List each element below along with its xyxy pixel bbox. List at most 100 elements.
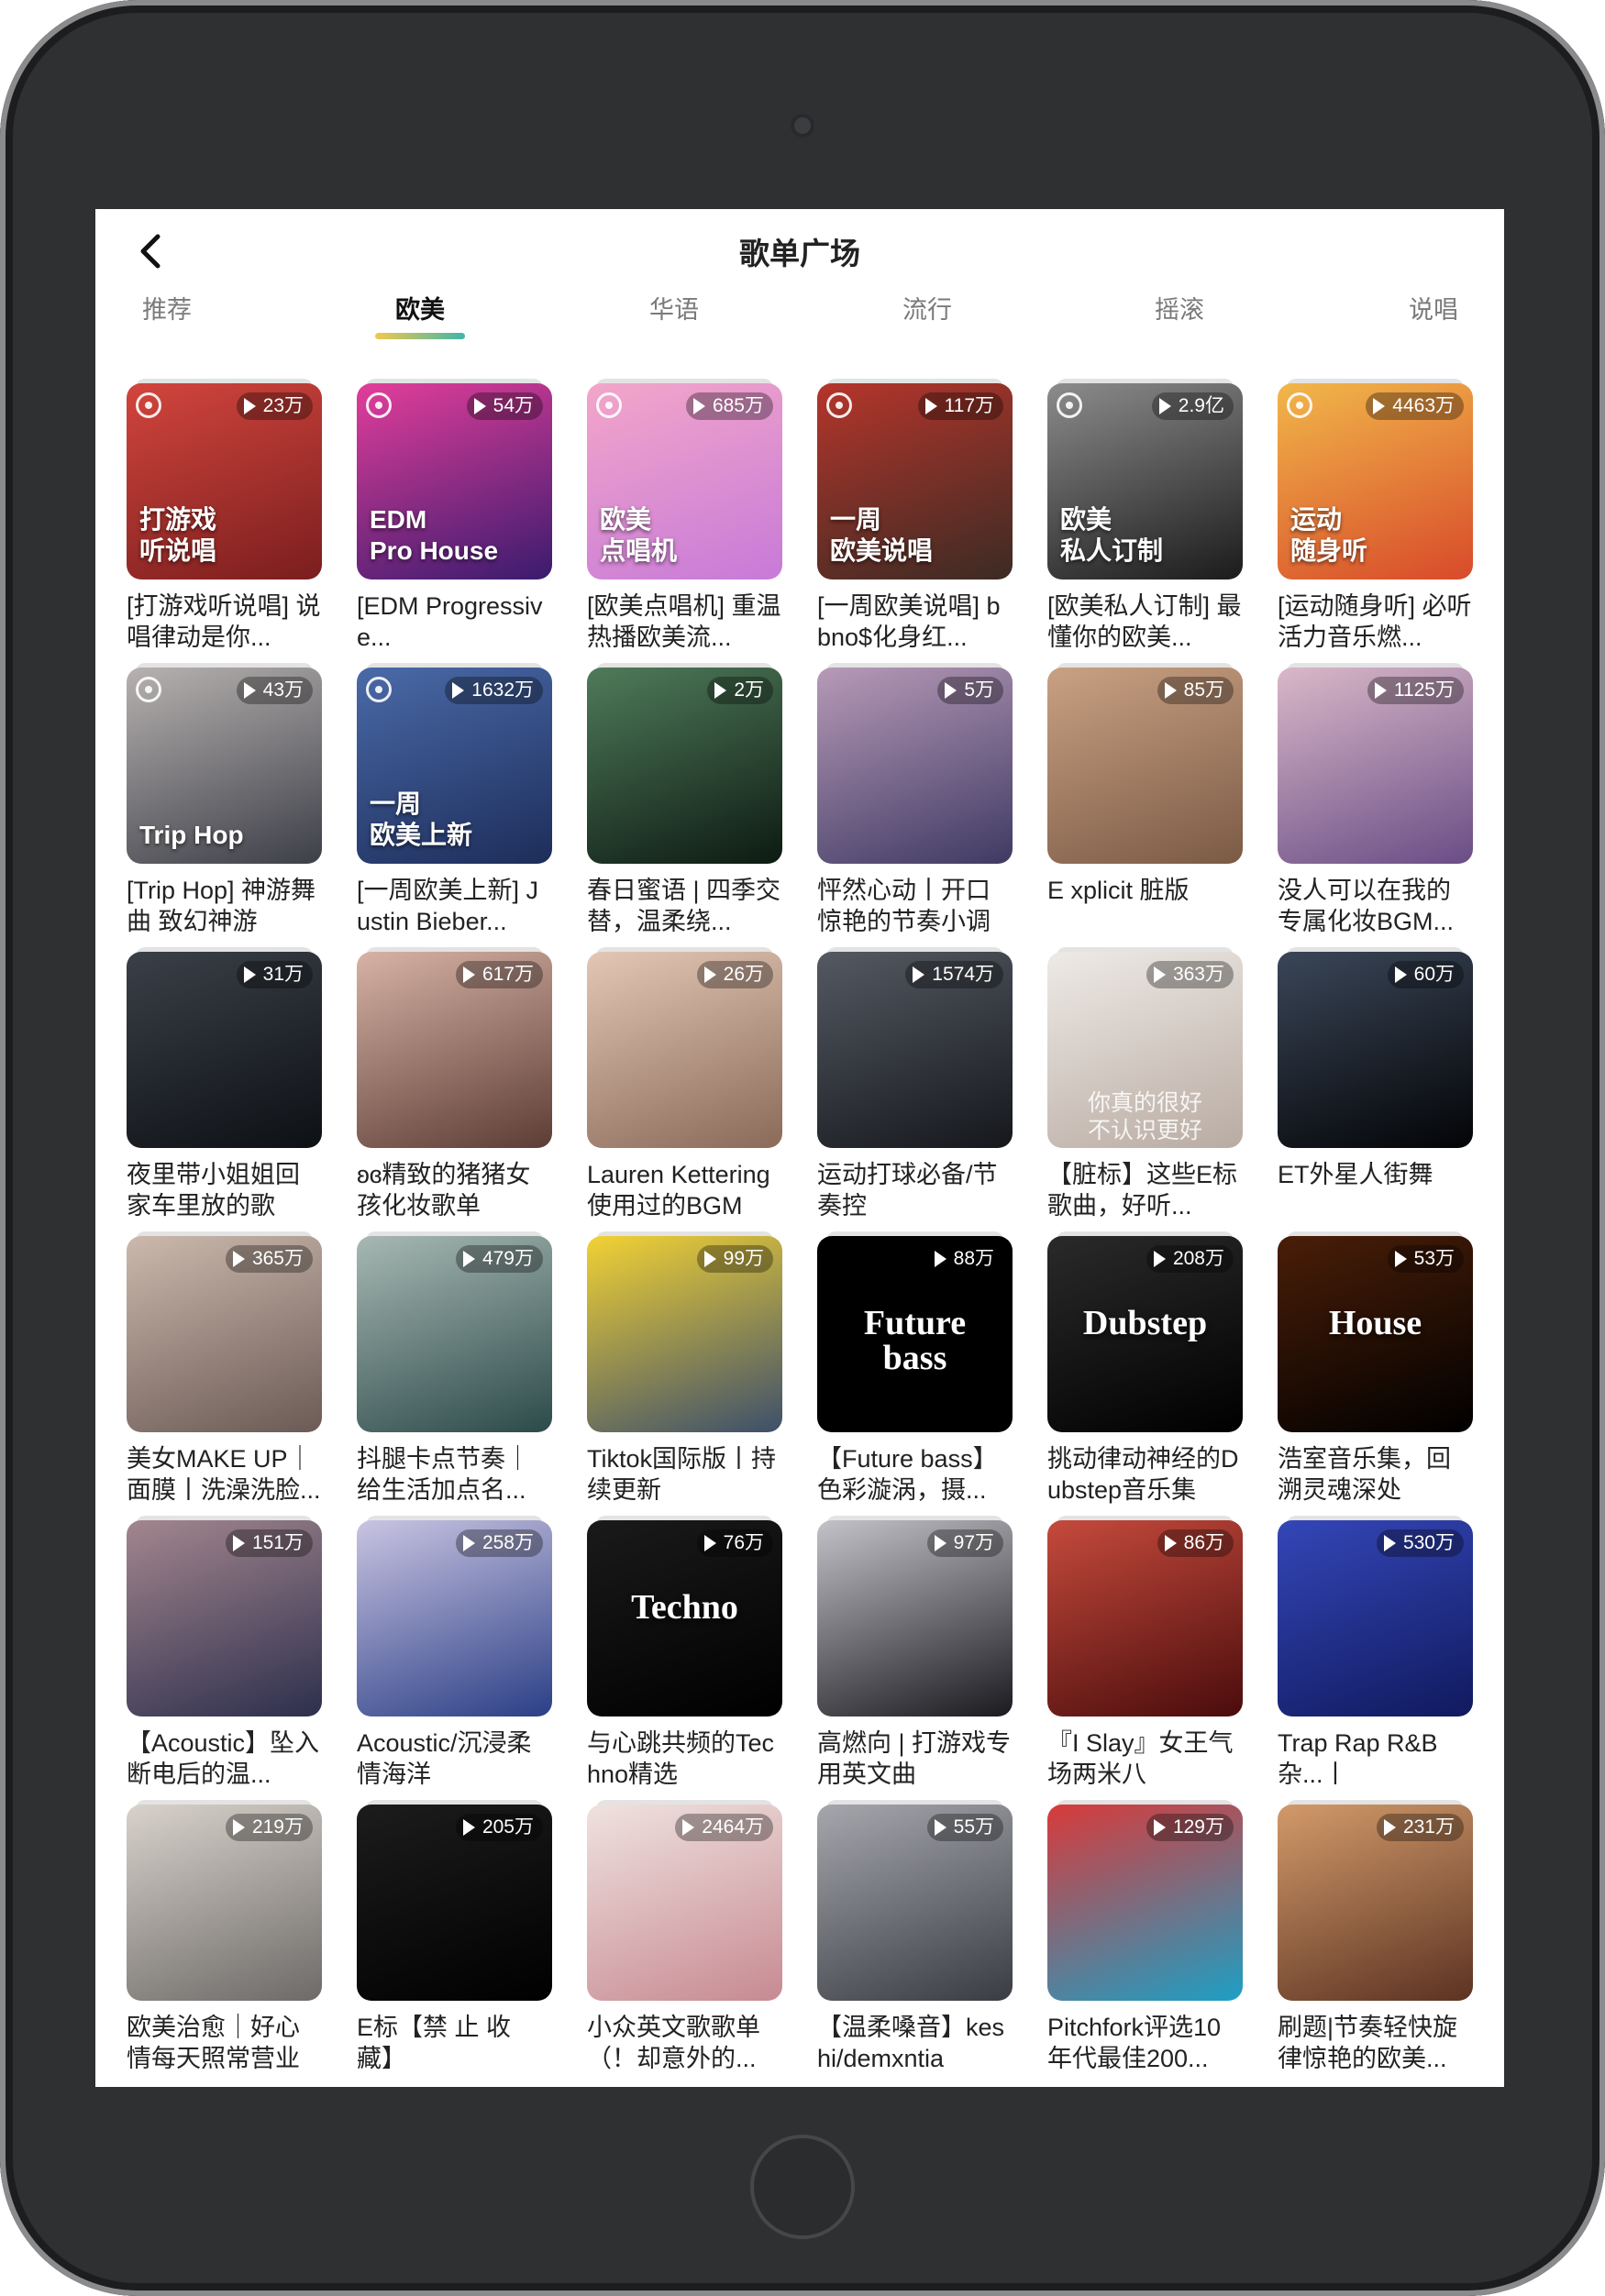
tab-5[interactable]: 说唱	[1342, 293, 1504, 326]
playlist-title: 运动打球必备/节奏控	[817, 1161, 998, 1220]
playlist-card[interactable]: 54万 EDM Pro House [EDM Progressive...	[357, 379, 552, 653]
play-icon	[462, 1819, 475, 1836]
playlist-title: 刷题|节奏轻快旋律惊艳的欧美...	[1278, 2014, 1458, 2072]
playlist-card[interactable]: 129万 Pitchfork评选10年代最佳200...	[1047, 1800, 1243, 2074]
playlist-cover[interactable]: 479万	[357, 1236, 552, 1432]
playlist-cover[interactable]: 55万	[817, 1805, 1013, 2001]
playlist-card[interactable]: 26万 Lauren Kettering使用过的BGM	[587, 947, 782, 1221]
tablet-frame: 歌单广场 推荐 欧美 华语 流行 摇滚 说唱 23万 打游戏 听说唱 [打游戏听说唱] 说唱律…	[0, 0, 1605, 2296]
playlist-cover[interactable]: 97万	[817, 1520, 1013, 1716]
playlist-card[interactable]: 23万 打游戏 听说唱 [打游戏听说唱] 说唱律动是你...	[127, 379, 322, 653]
playlist-cover[interactable]: 363万 你真的很好 不认识更好	[1047, 952, 1243, 1148]
playlist-card[interactable]: 1632万 一周 欧美上新 [一周欧美上新] Justin Bieber...	[357, 663, 552, 937]
playlist-card[interactable]: 55万 【温柔嗓音】keshi/demxntia	[817, 1800, 1013, 2074]
playlist-cover[interactable]: 1125万	[1278, 668, 1473, 864]
tab-1[interactable]: 欧美	[328, 293, 512, 339]
play-count-text: 258万	[482, 1532, 534, 1553]
playlist-cover[interactable]: 43万 Trip Hop	[127, 668, 322, 864]
playlist-cover[interactable]: 23万 打游戏 听说唱	[127, 383, 322, 580]
playlist-cover[interactable]: 1632万 一周 欧美上新	[357, 668, 552, 864]
playlist-cover[interactable]: 685万 欧美 点唱机	[587, 383, 782, 580]
playlist-cover[interactable]: 365万	[127, 1236, 322, 1432]
cover-stack: 31万	[127, 947, 322, 1148]
playlist-card[interactable]: 85万 E xplicit 脏版	[1047, 663, 1243, 937]
playlist-cover[interactable]: 60万	[1278, 952, 1473, 1148]
playlist-card[interactable]: 117万 一周 欧美说唱 [一周欧美说唱] bbno$化身红...	[817, 379, 1013, 653]
playlist-card[interactable]: 219万 欧美治愈｜好心情每天照常营业	[127, 1800, 322, 2074]
playlist-cover[interactable]: 54万 EDM Pro House	[357, 383, 552, 580]
playlist-cover[interactable]: 99万	[587, 1236, 782, 1432]
playlist-cover[interactable]: 219万	[127, 1805, 322, 2001]
playlist-cover[interactable]: 26万	[587, 952, 782, 1148]
play-icon	[1394, 966, 1407, 983]
playlist-card[interactable]: 99万 Tiktok国际版丨持续更新	[587, 1231, 782, 1506]
playlist-cover[interactable]: 31万	[127, 952, 322, 1148]
play-count-text: 4463万	[1392, 395, 1455, 416]
playlist-card[interactable]: 205万 E标【禁 止 收 藏】	[357, 1800, 552, 2074]
playlist-card[interactable]: 5万 怦然心动丨开口惊艳的节奏小调	[817, 663, 1013, 937]
playlist-card[interactable]: 97万 高燃向 | 打游戏专用英文曲	[817, 1516, 1013, 1790]
playlist-card[interactable]: 86万 『I Slay』女王气场两米八	[1047, 1516, 1243, 1790]
playlist-card[interactable]: 208万 Dubstep 挑动律动神经的Dubstep音乐集	[1047, 1231, 1243, 1506]
playlist-cover[interactable]: 86万	[1047, 1520, 1243, 1716]
playlist-card[interactable]: 60万 ET外星人街舞	[1278, 947, 1473, 1221]
playlist-title: [Trip Hop] 神游舞曲 致幻神游	[127, 877, 316, 935]
playlist-card[interactable]: 151万 【Acoustic】坠入断电后的温...	[127, 1516, 322, 1790]
cover-stack: 205万	[357, 1800, 552, 2001]
playlist-cover[interactable]: 617万	[357, 952, 552, 1148]
playlist-card[interactable]: 88万 Future bass 【Future bass】色彩漩涡，摄...	[817, 1231, 1013, 1506]
playlist-cover[interactable]: 258万	[357, 1520, 552, 1716]
playlist-cover[interactable]: 1574万	[817, 952, 1013, 1148]
tab-2[interactable]: 华语	[582, 293, 766, 326]
playlist-card[interactable]: 43万 Trip Hop [Trip Hop] 神游舞曲 致幻神游	[127, 663, 322, 937]
playlist-cover[interactable]: 2.9亿 欧美 私人订制	[1047, 383, 1243, 580]
playlist-cover[interactable]: 4463万 运动 随身听	[1278, 383, 1473, 580]
playlist-title: E标【禁 止 收 藏】	[357, 2014, 512, 2072]
playlist-card[interactable]: 76万 Techno 与心跳共频的Techno精选	[587, 1516, 782, 1790]
playlist-cover[interactable]: 205万	[357, 1805, 552, 2001]
playlist-card[interactable]: 1574万运动打球必备/节奏控	[817, 947, 1013, 1221]
playlist-cover[interactable]: 88万 Future bass	[817, 1236, 1013, 1432]
tab-3[interactable]: 流行	[836, 293, 1019, 326]
playlist-cover[interactable]: 530万	[1278, 1520, 1473, 1716]
playlist-card[interactable]: 617万 ʚɞ精致的猪猪女孩化妆歌单	[357, 947, 552, 1221]
playlist-card[interactable]: 231万刷题|节奏轻快旋律惊艳的欧美...	[1278, 1800, 1473, 2074]
playlist-card[interactable]: 2464万 小众英文歌歌单（！却意外的...	[587, 1800, 782, 2074]
playlist-cover[interactable]: 151万	[127, 1520, 322, 1716]
cover-stack: 85万	[1047, 663, 1243, 864]
playlist-card[interactable]: 31万 夜里带小姐姐回家车里放的歌	[127, 947, 322, 1221]
play-count-text: 99万	[723, 1248, 764, 1269]
play-count-text: 1574万	[932, 964, 994, 985]
play-count-text: 43万	[262, 679, 304, 701]
playlist-card[interactable]: 365万 美女MAKE UP｜面膜丨洗澡洗脸...	[127, 1231, 322, 1506]
playlist-cover[interactable]: 76万 Techno	[587, 1520, 782, 1716]
playlist-card[interactable]: 479万 抖腿卡点节奏｜给生活加点名...	[357, 1231, 552, 1506]
playlist-cover[interactable]: 5万	[817, 668, 1013, 864]
tab-4[interactable]: 摇滚	[1088, 293, 1271, 326]
playlist-card[interactable]: 2万 春日蜜语 | 四季交替，温柔绕...	[587, 663, 782, 937]
playlist-card[interactable]: 53万 House 浩室音乐集，回溯灵魂深处	[1278, 1231, 1473, 1506]
playlist-cover[interactable]: 117万 一周 欧美说唱	[817, 383, 1013, 580]
cover-logo-text: Dubstep	[1082, 1304, 1208, 1342]
playlist-cover[interactable]: 208万 Dubstep	[1047, 1236, 1243, 1432]
playlist-cover[interactable]: 2万	[587, 668, 782, 864]
playlist-card[interactable]: 2.9亿 欧美 私人订制 [欧美私人订制] 最懂你的欧美...	[1047, 379, 1243, 653]
playlist-card[interactable]: 1125万 没人可以在我的专属化妆BGM...	[1278, 663, 1473, 937]
playlist-title: [欧美私人订制] 最懂你的欧美...	[1047, 592, 1242, 651]
cover-stack: 530万	[1278, 1516, 1473, 1716]
playlist-cover[interactable]: 2464万	[587, 1805, 782, 2001]
playlist-cover[interactable]: 231万	[1278, 1805, 1473, 2001]
playlist-card[interactable]: 4463万 运动 随身听 [运动随身听] 必听活力音乐燃...	[1278, 379, 1473, 653]
playlist-cover[interactable]: 129万	[1047, 1805, 1243, 2001]
playlist-card[interactable]: 363万 你真的很好 不认识更好 【脏标】这些E标歌曲，好听...	[1047, 947, 1243, 1221]
playlist-card[interactable]: 685万 欧美 点唱机 [欧美点唱机] 重温热播欧美流...	[587, 379, 782, 653]
playlist-card[interactable]: 258万 Acoustic/沉浸柔情海洋	[357, 1516, 552, 1790]
playlist-title: 挑动律动神经的Dubstep音乐集	[1047, 1445, 1239, 1504]
playlist-card[interactable]: 530万 Trap Rap R&B杂...丨	[1278, 1516, 1473, 1790]
playlist-cover[interactable]: 85万	[1047, 668, 1243, 864]
home-button[interactable]	[750, 2135, 855, 2239]
playlist-cover[interactable]: 53万 House	[1278, 1236, 1473, 1432]
play-count-text: 85万	[1183, 679, 1224, 701]
play-count-badge: 365万	[225, 1245, 313, 1273]
tab-0[interactable]: 推荐	[95, 293, 259, 326]
